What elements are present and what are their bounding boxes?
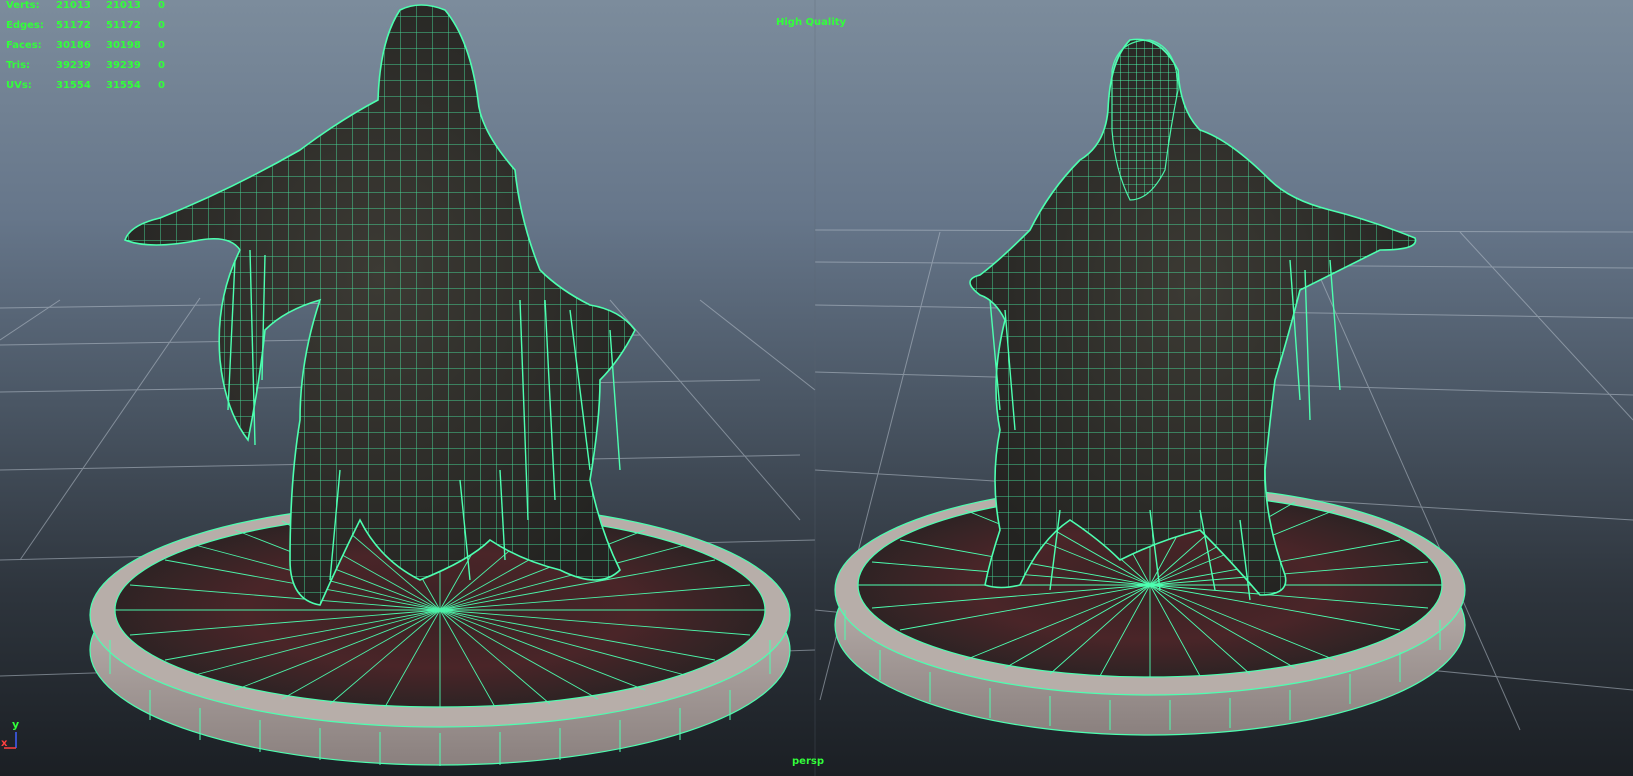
hud-value: 0: [158, 0, 165, 11]
scene-canvas[interactable]: [0, 0, 1633, 776]
hud-value: 31554: [106, 80, 141, 91]
hud-value: 30186: [56, 40, 91, 51]
hud-value: 31554: [56, 80, 91, 91]
hud-row-verts: Verts: 21013 21013 0: [6, 0, 176, 16]
hud-label: Verts:: [6, 0, 40, 11]
maya-viewport[interactable]: Verts: 21013 21013 0 Edges: 51172 51172 …: [0, 0, 1633, 776]
hud-value: 0: [158, 40, 165, 51]
hud-value: 51172: [106, 20, 141, 31]
hud-label: Faces:: [6, 40, 42, 51]
model-left[interactable]: [89, 4, 791, 766]
hud-value: 21013: [106, 0, 141, 11]
axis-x-label: x: [1, 738, 8, 749]
axis-y-label: y: [12, 718, 20, 731]
hud-row-edges: Edges: 51172 51172 0: [6, 16, 176, 36]
hud-label: Edges:: [6, 20, 44, 31]
hud-value: 39239: [56, 60, 91, 71]
hud-row-faces: Faces: 30186 30198 0: [6, 36, 176, 56]
hud-value: 21013: [56, 0, 91, 11]
hud-value: 39239: [106, 60, 141, 71]
view-axis-indicator: y x: [0, 718, 40, 754]
hud-value: 30198: [106, 40, 141, 51]
hud-row-uvs: UVs: 31554 31554 0: [6, 76, 176, 96]
camera-name-label: persp: [792, 756, 824, 767]
hud-value: 0: [158, 20, 165, 31]
hud-value: 51172: [56, 20, 91, 31]
render-quality-label: High Quality: [776, 17, 847, 28]
hud-value: 0: [158, 80, 165, 91]
poly-count-hud: Verts: 21013 21013 0 Edges: 51172 51172 …: [6, 0, 176, 96]
hud-value: 0: [158, 60, 165, 71]
hud-row-tris: Tris: 39239 39239 0: [6, 56, 176, 76]
hud-label: Tris:: [6, 60, 31, 71]
hud-label: UVs:: [6, 80, 32, 91]
